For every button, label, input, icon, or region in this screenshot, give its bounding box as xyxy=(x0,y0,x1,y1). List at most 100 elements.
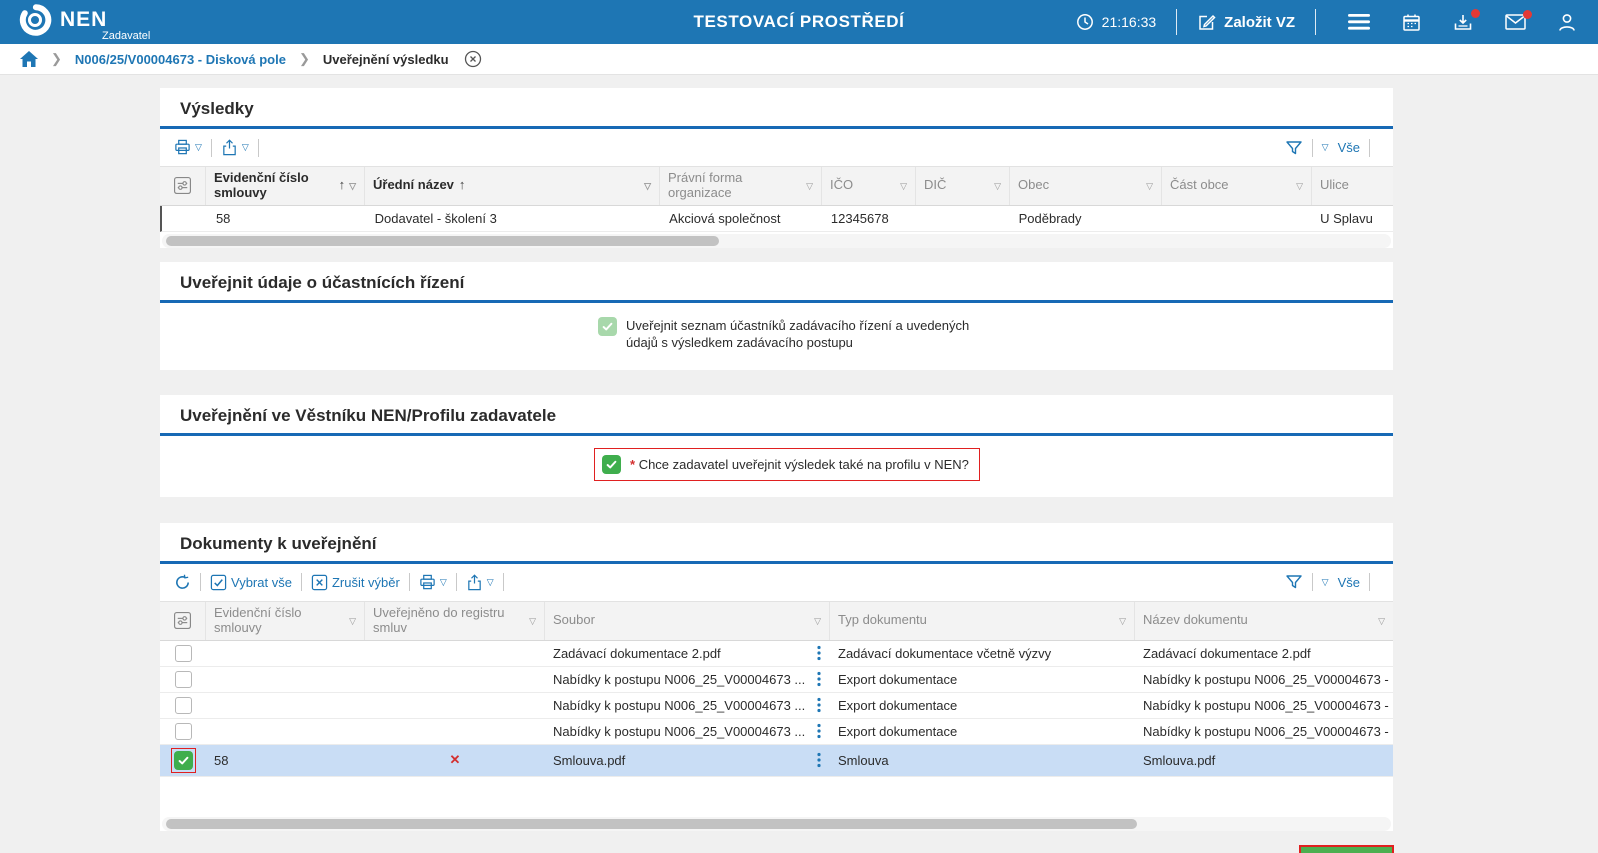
column-header-typ-dokumentu[interactable]: Typ dokumentu ▽ xyxy=(830,602,1135,640)
clear-selection-label: Zrušit výběr xyxy=(332,575,400,590)
section-dokumenty: Dokumenty k uveřejnění Vybrat vše Zru xyxy=(160,523,1393,831)
file-link[interactable]: Nabídky k postupu N006_25_V00004673 ... xyxy=(553,724,805,739)
select-all-button[interactable]: Vybrat vše xyxy=(210,574,292,591)
column-header-dic[interactable]: DIČ ▽ xyxy=(916,167,1010,205)
section-vysledky: Výsledky ▽ ▽ xyxy=(160,88,1393,248)
row-menu-icon[interactable] xyxy=(816,671,822,687)
column-header-pravni-forma[interactable]: Právní forma organizace ▽ xyxy=(660,167,822,205)
chevron-down-icon: ▽ xyxy=(1322,577,1329,588)
chevron-down-icon[interactable]: ▽ xyxy=(349,181,356,191)
clear-selection-button[interactable]: Zrušit výběr xyxy=(311,574,400,591)
inbox-download-icon[interactable] xyxy=(1450,13,1476,32)
column-header-evidencni-cislo[interactable]: Evidenční číslo smlouvy ↑ ▽ xyxy=(206,167,365,205)
file-link[interactable]: Smlouva.pdf xyxy=(553,753,625,768)
cell-registr: ✕ xyxy=(365,749,545,771)
profile-publish-checkbox-label: * Chce zadavatel uveřejnit výsledek také… xyxy=(630,456,969,474)
column-settings-button[interactable] xyxy=(160,167,206,205)
filter-button[interactable] xyxy=(1285,139,1303,157)
column-header-soubor[interactable]: Soubor ▽ xyxy=(545,602,830,640)
export-button[interactable]: ▽ xyxy=(221,139,249,156)
table-row[interactable]: Nabídky k postupu N006_25_V00004673 ... … xyxy=(160,719,1393,745)
row-checkbox[interactable] xyxy=(175,645,192,662)
scrollbar-thumb[interactable] xyxy=(166,236,719,246)
row-menu-icon[interactable] xyxy=(816,697,822,713)
print-button[interactable]: ▽ xyxy=(419,574,447,591)
column-header-cast-obce[interactable]: Část obce ▽ xyxy=(1162,167,1312,205)
column-settings-button[interactable] xyxy=(160,602,206,640)
chevron-down-icon[interactable]: ▽ xyxy=(487,577,494,588)
row-menu-icon[interactable] xyxy=(816,723,822,739)
column-header-registr[interactable]: Uveřejněno do registru smluv ▽ xyxy=(365,602,545,640)
file-link[interactable]: Nabídky k postupu N006_25_V00004673 ... xyxy=(553,672,805,687)
row-checkbox[interactable] xyxy=(175,723,192,740)
chevron-down-icon[interactable]: ▽ xyxy=(994,181,1001,191)
menu-icon[interactable] xyxy=(1346,14,1372,30)
column-header-evidencni-cislo[interactable]: Evidenční číslo smlouvy ▽ xyxy=(206,602,365,640)
chevron-down-icon[interactable]: ▽ xyxy=(806,181,813,191)
table-row[interactable]: Nabídky k postupu N006_25_V00004673 ... … xyxy=(160,693,1393,719)
column-header-obec[interactable]: Obec ▽ xyxy=(1010,167,1162,205)
cell-uredni-nazev: Dodavatel - školení 3 xyxy=(367,208,661,229)
row-menu-icon[interactable] xyxy=(816,645,822,661)
file-link[interactable]: Zadávací dokumentace 2.pdf xyxy=(553,646,721,661)
filter-button[interactable] xyxy=(1285,573,1303,591)
column-header-ico[interactable]: IČO ▽ xyxy=(822,167,916,205)
user-icon[interactable] xyxy=(1554,13,1580,32)
divider xyxy=(200,573,201,591)
participants-checkbox-label: Uveřejnit seznam účastníků zadávacího ří… xyxy=(626,317,996,352)
profile-publish-checkbox[interactable] xyxy=(602,455,621,474)
cell-ico: 12345678 xyxy=(823,208,917,229)
column-header-nazev-dokumentu[interactable]: Název dokumentu ▽ xyxy=(1135,602,1393,640)
divider xyxy=(1315,9,1316,35)
column-header-uredni-nazev[interactable]: Úřední název ↑ ▽ xyxy=(365,167,660,205)
file-link[interactable]: Nabídky k postupu N006_25_V00004673 ... xyxy=(553,698,805,713)
table-row-selected[interactable]: 58 ✕ Smlouva.pdf Smlouva Smlouva.pdf xyxy=(160,745,1393,777)
home-icon[interactable] xyxy=(20,51,38,67)
scrollbar-thumb[interactable] xyxy=(166,819,1137,829)
chevron-down-icon[interactable]: ▽ xyxy=(814,616,821,626)
view-filter-dropdown[interactable]: ▽ Vše xyxy=(1322,575,1360,590)
calendar-icon[interactable] xyxy=(1398,13,1424,32)
section-title-dokumenty: Dokumenty k uveřejnění xyxy=(160,523,1393,561)
chevron-down-icon[interactable]: ▽ xyxy=(529,616,536,626)
divider xyxy=(1176,9,1177,35)
vysledky-table: Evidenční číslo smlouvy ↑ ▽ Úřední název… xyxy=(160,166,1393,248)
chevron-down-icon[interactable]: ▽ xyxy=(1146,181,1153,191)
row-checkbox[interactable] xyxy=(175,697,192,714)
chevron-down-icon[interactable]: ▽ xyxy=(440,577,447,588)
mail-icon[interactable] xyxy=(1502,14,1528,30)
divider xyxy=(1369,139,1370,157)
close-tab-icon[interactable] xyxy=(464,50,482,68)
refresh-button[interactable] xyxy=(174,574,191,591)
chevron-down-icon[interactable]: ▽ xyxy=(1296,181,1303,191)
publish-button[interactable]: Uveřejnit xyxy=(1300,846,1393,853)
chevron-down-icon[interactable]: ▽ xyxy=(195,142,202,153)
chevron-down-icon[interactable]: ▽ xyxy=(1378,616,1385,626)
table-row[interactable]: Zadávací dokumentace 2.pdf Zadávací doku… xyxy=(160,641,1393,667)
table-row[interactable]: Nabídky k postupu N006_25_V00004673 ... … xyxy=(160,667,1393,693)
print-button[interactable]: ▽ xyxy=(174,139,202,156)
cell-evidencni-cislo: 58 xyxy=(206,750,365,771)
export-button[interactable]: ▽ xyxy=(466,574,494,591)
column-header-ulice[interactable]: Ulice xyxy=(1312,167,1393,205)
chevron-down-icon[interactable]: ▽ xyxy=(242,142,249,153)
cell-soubor: Zadávací dokumentace 2.pdf xyxy=(545,642,830,664)
cell-nazev: Nabídky k postupu N006_25_V00004673 - D.… xyxy=(1135,695,1393,716)
view-filter-dropdown[interactable]: ▽ Vše xyxy=(1322,140,1360,155)
chevron-down-icon[interactable]: ▽ xyxy=(1119,616,1126,626)
chevron-down-icon[interactable]: ▽ xyxy=(349,616,356,626)
row-checkbox[interactable] xyxy=(174,751,193,770)
row-menu-icon[interactable] xyxy=(816,752,822,768)
horizontal-scrollbar[interactable] xyxy=(162,817,1391,831)
row-checkbox[interactable] xyxy=(175,671,192,688)
breadcrumb-procurement-link[interactable]: N006/25/V00004673 - Disková pole xyxy=(75,52,286,67)
chevron-down-icon[interactable]: ▽ xyxy=(644,181,651,191)
horizontal-scrollbar[interactable] xyxy=(162,234,1391,248)
divider xyxy=(456,573,457,591)
section-vestnik: Uveřejnění ve Věstníku NEN/Profilu zadav… xyxy=(160,395,1393,497)
table-row[interactable]: 58 Dodavatel - školení 3 Akciová společn… xyxy=(160,206,1393,232)
chevron-down-icon[interactable]: ▽ xyxy=(900,181,907,191)
create-vz-button[interactable]: Založit VZ xyxy=(1197,13,1295,32)
cell-registr xyxy=(365,702,545,708)
nen-logo[interactable]: NEN Zadavatel xyxy=(18,3,150,42)
